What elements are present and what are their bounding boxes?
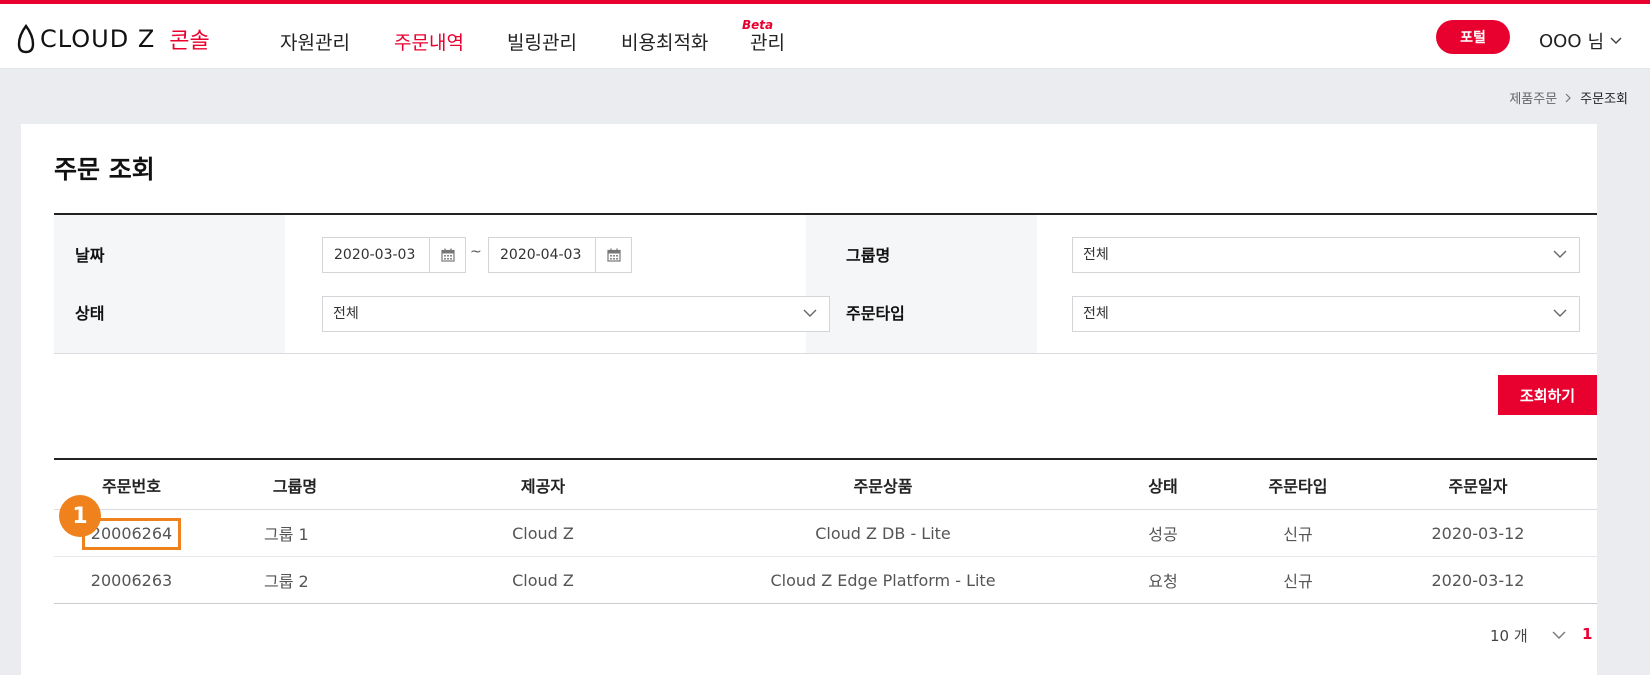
logo[interactable]: CLOUD Z 콘솔 bbox=[17, 24, 210, 54]
order-type-label: 주문타입 bbox=[846, 304, 905, 323]
date-range-separator: ~ bbox=[470, 244, 482, 260]
step-marker: 1 bbox=[59, 495, 101, 537]
search-button[interactable]: 조회하기 bbox=[1498, 375, 1597, 415]
portal-button[interactable]: 포털 bbox=[1436, 20, 1510, 54]
chevron-down-icon bbox=[1610, 37, 1622, 45]
column-header-group[interactable]: 그룹명 bbox=[244, 460, 346, 509]
column-header-order-date[interactable]: 주문일자 bbox=[1389, 460, 1567, 509]
chevron-down-icon bbox=[1553, 250, 1567, 258]
order-date-cell: 2020-03-12 bbox=[1431, 523, 1525, 543]
breadcrumb: 제품주문 주문조회 bbox=[1509, 88, 1628, 107]
date-to-field[interactable]: 2020-04-03 bbox=[488, 237, 632, 273]
chevron-right-icon bbox=[1565, 93, 1572, 102]
breadcrumb-item-product-order[interactable]: 제품주문 bbox=[1509, 88, 1557, 107]
order-type-select-value: 전체 bbox=[1083, 306, 1109, 322]
date-from-value: 2020-03-03 bbox=[334, 247, 416, 263]
table-row[interactable]: 20006263 그룹 2 Cloud Z Cloud Z Edge Platf… bbox=[54, 557, 1597, 604]
column-header-provider[interactable]: 제공자 bbox=[454, 460, 632, 509]
status-cell: 성공 bbox=[1148, 525, 1178, 544]
content-panel: 주문 조회 날짜 2020-03-03 ~ 2020-04-03 그룹명 전체 … bbox=[21, 124, 1597, 675]
order-type-cell: 신규 bbox=[1283, 525, 1313, 544]
status-select[interactable]: 전체 bbox=[322, 296, 830, 332]
date-label: 날짜 bbox=[75, 246, 105, 265]
logo-text: CLOUD Z bbox=[40, 25, 156, 53]
column-header-order-type[interactable]: 주문타입 bbox=[1234, 460, 1362, 509]
column-header-product[interactable]: 주문상품 bbox=[744, 460, 1022, 509]
order-type-cell: 신규 bbox=[1283, 572, 1313, 591]
nav-item-cost-optimization[interactable]: 비용최적화 bbox=[621, 28, 708, 55]
group-select-value: 전체 bbox=[1083, 247, 1109, 263]
order-type-select[interactable]: 전체 bbox=[1072, 296, 1580, 332]
nav-item-billing[interactable]: 빌링관리 bbox=[507, 28, 577, 55]
logo-console-label: 콘솔 bbox=[169, 29, 210, 54]
product-cell: Cloud Z Edge Platform - Lite bbox=[770, 570, 996, 590]
table-row[interactable]: 20006264 그룹 1 Cloud Z Cloud Z DB - Lite … bbox=[54, 510, 1597, 557]
product-cell: Cloud Z DB - Lite bbox=[815, 523, 951, 543]
page-title: 주문 조회 bbox=[54, 155, 155, 184]
filter-form: 날짜 2020-03-03 ~ 2020-04-03 그룹명 전체 상태 전체 … bbox=[54, 213, 1597, 354]
cloud-z-logo-icon bbox=[17, 24, 35, 54]
table-header-row: 주문번호 그룹명 제공자 주문상품 상태 주문타입 주문일자 bbox=[54, 460, 1597, 510]
provider-cell: Cloud Z bbox=[512, 523, 574, 543]
nav-item-admin[interactable]: 관리 bbox=[750, 28, 785, 55]
user-suffix: 님 bbox=[1587, 32, 1605, 53]
top-header: CLOUD Z 콘솔 자원관리 주문내역 빌링관리 비용최적화 Beta 관리 … bbox=[0, 4, 1650, 69]
status-label: 상태 bbox=[75, 304, 105, 323]
chevron-down-icon[interactable] bbox=[1552, 631, 1566, 640]
chevron-down-icon bbox=[1553, 309, 1567, 317]
nav-item-orders[interactable]: 주문내역 bbox=[394, 28, 464, 55]
group-label: 그룹명 bbox=[846, 246, 891, 265]
label-column-bg bbox=[54, 215, 285, 353]
status-cell: 요청 bbox=[1148, 572, 1178, 591]
calendar-icon[interactable] bbox=[429, 238, 465, 272]
breadcrumb-item-order-inquiry: 주문조회 bbox=[1580, 92, 1628, 107]
user-name: OOO bbox=[1539, 30, 1582, 52]
date-to-value: 2020-04-03 bbox=[500, 247, 582, 263]
provider-cell: Cloud Z bbox=[512, 570, 574, 590]
order-date-cell: 2020-03-12 bbox=[1431, 570, 1525, 590]
status-select-value: 전체 bbox=[333, 306, 359, 322]
page-size-select[interactable]: 10 개 bbox=[1490, 625, 1528, 646]
user-menu[interactable]: OOO 님 bbox=[1539, 28, 1622, 54]
label-column-bg bbox=[806, 215, 1037, 353]
pagination-current-page[interactable]: 1 bbox=[1582, 625, 1592, 643]
date-from-field[interactable]: 2020-03-03 bbox=[322, 237, 466, 273]
group-cell: 그룹 2 bbox=[264, 572, 309, 591]
group-cell: 그룹 1 bbox=[264, 525, 309, 544]
orders-table: 주문번호 그룹명 제공자 주문상품 상태 주문타입 주문일자 20006264 … bbox=[54, 458, 1597, 604]
group-select[interactable]: 전체 bbox=[1072, 237, 1580, 273]
calendar-icon[interactable] bbox=[595, 238, 631, 272]
order-number-link[interactable]: 20006263 bbox=[54, 557, 209, 603]
column-header-status[interactable]: 상태 bbox=[1124, 460, 1202, 509]
chevron-down-icon bbox=[803, 309, 817, 317]
nav-item-resources[interactable]: 자원관리 bbox=[280, 28, 350, 55]
